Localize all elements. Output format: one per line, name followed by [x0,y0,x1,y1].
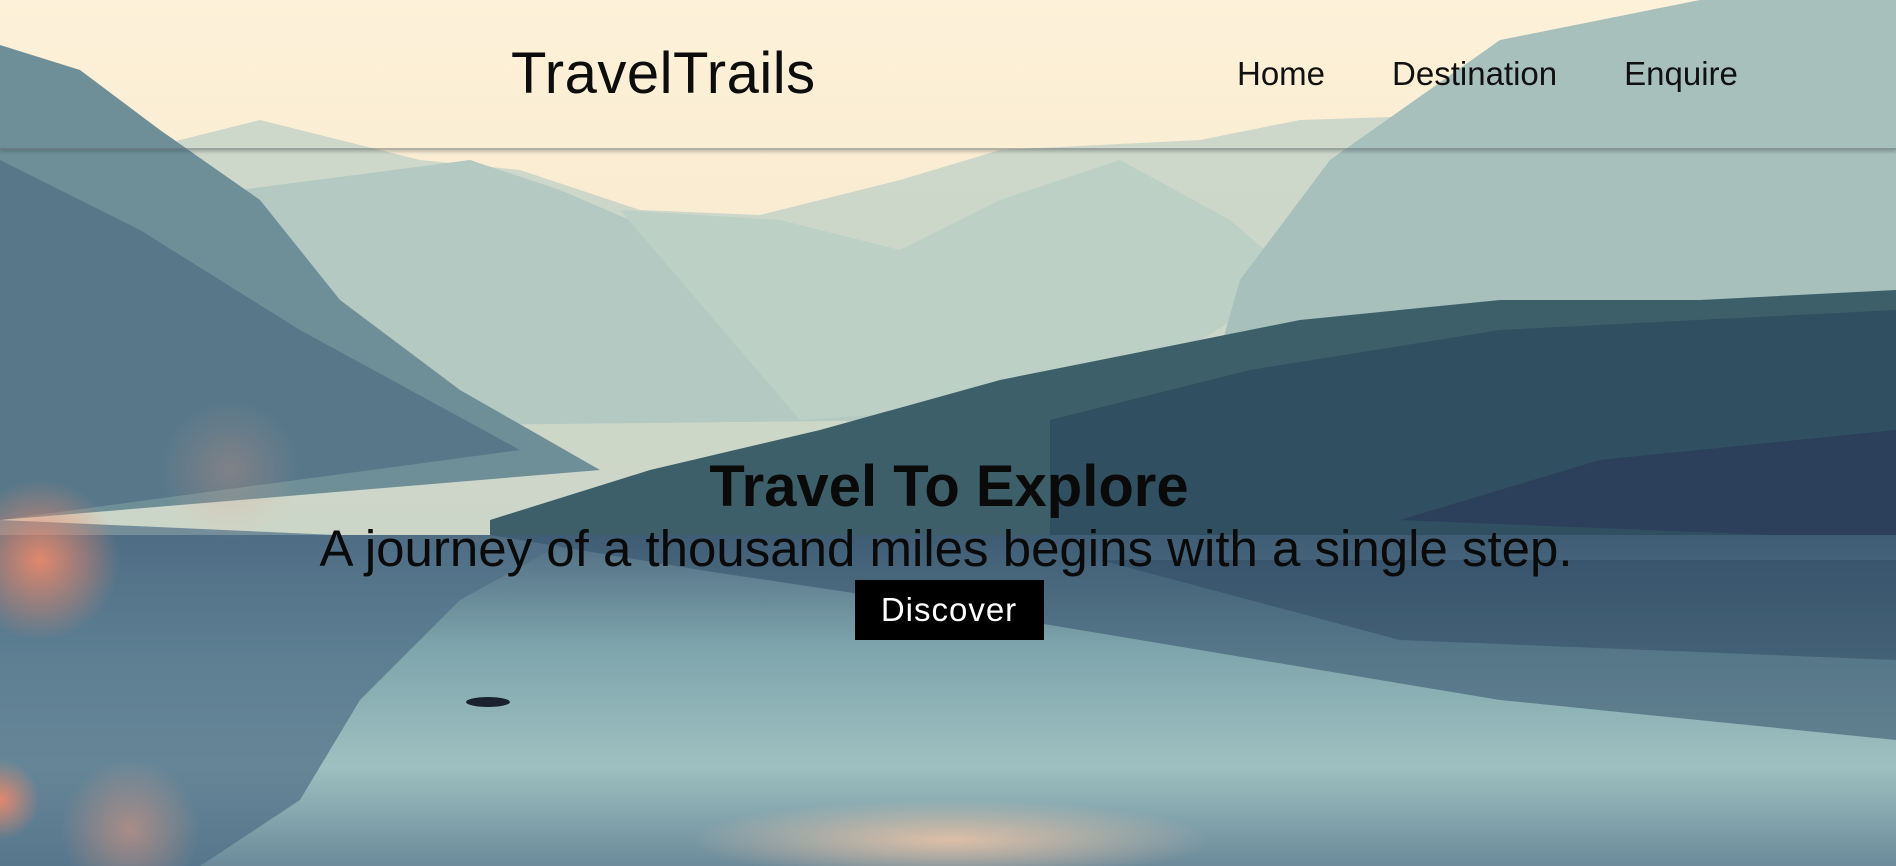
hero-title: Travel To Explore [709,454,1189,519]
nav-link-enquire[interactable]: Enquire [1624,55,1738,93]
main-nav: Home Destination Enquire [1237,55,1738,93]
hero-subtitle: A journey of a thousand miles begins wit… [319,520,1573,577]
hero-content: Travel To Explore A journey of a thousan… [0,450,1896,640]
nav-link-destination[interactable]: Destination [1392,55,1557,93]
nav-link-home[interactable]: Home [1237,55,1325,93]
discover-button[interactable]: Discover [854,580,1044,640]
brand-logo[interactable]: TravelTrails [511,40,816,107]
hero-section: TravelTrails Home Destination Enquire Tr… [0,0,1896,866]
top-navbar: TravelTrails Home Destination Enquire [0,0,1896,150]
